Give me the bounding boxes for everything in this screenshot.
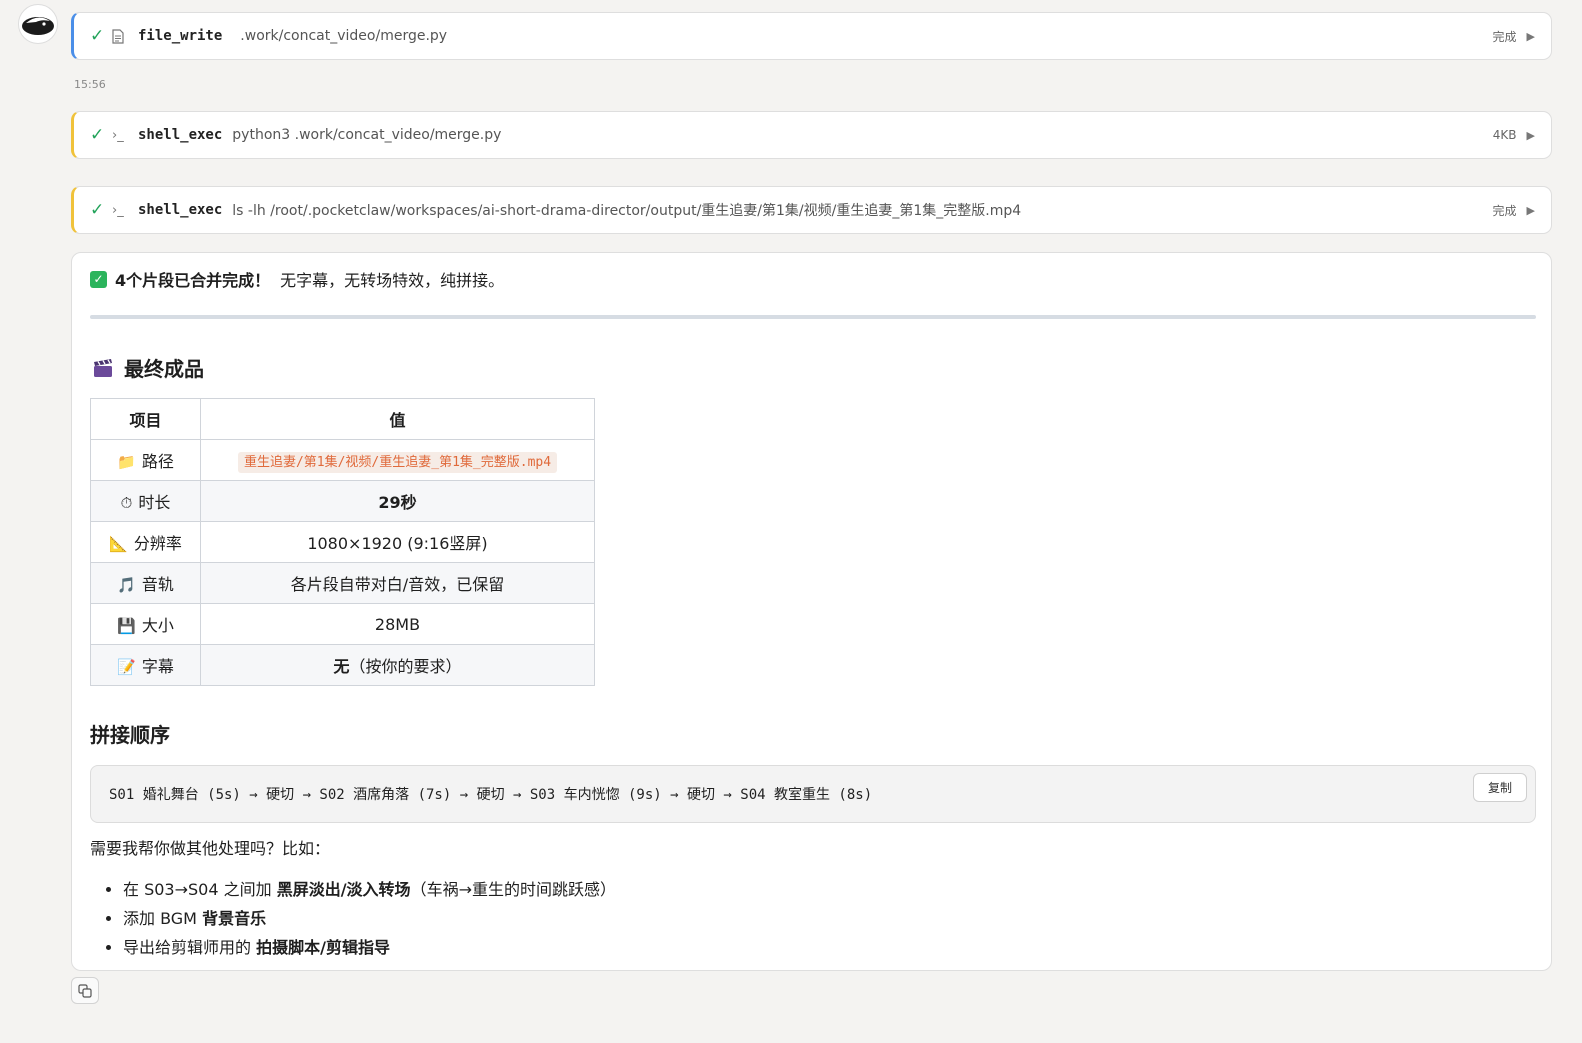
- crab-claw-logo-icon: [22, 17, 54, 35]
- tool-name: shell_exec: [138, 127, 223, 143]
- stopwatch-icon: ⏱: [120, 494, 133, 512]
- assistant-message-card: ✓ 4个片段已合并完成！ 无字幕，无转场特效，纯拼接。 最终成品 项目 值 📁 路…: [71, 252, 1552, 971]
- file-icon: [112, 28, 138, 44]
- row-value-cell: 无（按你的要求）: [200, 644, 595, 686]
- triangle-ruler-icon: 📐: [109, 535, 128, 553]
- copy-message-button[interactable]: [71, 977, 99, 1004]
- table-row: 🎵 音轨 各片段自带对白/音效，已保留: [90, 562, 595, 604]
- row-label-cell: ⏱ 时长: [90, 480, 201, 522]
- music-note-icon: 🎵: [117, 576, 136, 594]
- follow-up-question: 需要我帮你做其他处理吗？比如：: [90, 839, 331, 858]
- completion-line: ✓ 4个片段已合并完成！ 无字幕，无转场特效，纯拼接。: [90, 267, 504, 291]
- terminal-prompt-icon: ›_: [112, 127, 124, 143]
- list-item: 导出给剪辑师用的 拍摄脚本/剪辑指导: [123, 933, 616, 962]
- table-header: 值: [200, 398, 595, 440]
- item-note: （车祸→重生的时间跳跃感）: [410, 880, 616, 899]
- section-heading-final: 最终成品: [92, 353, 204, 382]
- row-value-note: （按你的要求）: [349, 657, 462, 676]
- row-value-cell: 29秒: [200, 480, 595, 522]
- tool-call-shell-exec-merge[interactable]: ✓ ›_ shell_exec python3 .work/concat_vid…: [71, 111, 1552, 159]
- terminal-prompt-icon: ›_: [112, 202, 124, 218]
- item-text: 在 S03→S04 之间加: [123, 880, 277, 899]
- row-label: 大小: [141, 616, 174, 635]
- item-bold: 拍摄脚本/剪辑指导: [256, 938, 390, 957]
- copy-code-button[interactable]: 复制: [1473, 773, 1527, 802]
- final-output-table: 项目 值 📁 路径 重生追妻/第1集/视频/重生追妻_第1集_完整版.mp4 ⏱ 时…: [90, 398, 595, 686]
- tool-name: file_write: [138, 28, 223, 44]
- row-label: 路径: [141, 452, 174, 471]
- row-label-cell: 🎵 音轨: [90, 562, 201, 604]
- row-value: 29秒: [378, 493, 417, 512]
- completion-detail: 无字幕，无转场特效，纯拼接。: [280, 271, 505, 290]
- table-row: ⏱ 时长 29秒: [90, 480, 595, 522]
- completion-title: 4个片段已合并完成！: [115, 271, 271, 290]
- list-item: 在 S03→S04 之间加 黑屏淡出/淡入转场（车祸→重生的时间跳跃感）: [123, 875, 616, 904]
- row-label-cell: 📐 分辨率: [90, 521, 201, 563]
- row-value-cell: 28MB: [200, 603, 595, 645]
- copy-icon: [78, 983, 92, 998]
- row-value-cell: 1080×1920 (9:16竖屏): [200, 521, 595, 563]
- tool-status: 完成: [1492, 203, 1517, 218]
- order-code-text: S01 婚礼舞台 (5s) → 硬切 → S02 酒席角落 (7s) → 硬切 …: [109, 787, 873, 803]
- row-label-cell: 💾 大小: [90, 603, 201, 645]
- tool-argument: .work/concat_video/merge.py: [240, 28, 448, 44]
- expand-triangle-icon[interactable]: ▶: [1527, 129, 1535, 142]
- success-check-icon: ✓: [90, 200, 105, 220]
- table-row: 📐 分辨率 1080×1920 (9:16竖屏): [90, 521, 595, 563]
- tool-argument: ls -lh /root/.pocketclaw/workspaces/ai-s…: [232, 203, 1022, 219]
- row-value-cell: 重生追妻/第1集/视频/重生追妻_第1集_完整版.mp4: [200, 439, 595, 481]
- message-timestamp: 15:56: [74, 78, 106, 91]
- clapperboard-icon: [94, 358, 112, 377]
- item-bold: 背景音乐: [202, 909, 267, 928]
- tool-call-shell-exec-ls[interactable]: ✓ ›_ shell_exec ls -lh /root/.pocketclaw…: [71, 186, 1552, 234]
- table-header: 项目: [90, 398, 201, 440]
- item-bold: 黑屏淡出/淡入转场: [276, 880, 411, 899]
- tool-argument: python3 .work/concat_video/merge.py: [232, 127, 502, 143]
- list-item: 添加 BGM 背景音乐: [123, 904, 616, 933]
- checkbox-done-icon: ✓: [90, 270, 107, 288]
- order-heading: 拼接顺序: [90, 723, 170, 747]
- row-value-bold: 无: [333, 657, 350, 676]
- divider: [90, 315, 1536, 319]
- tool-name: shell_exec: [138, 202, 223, 218]
- expand-triangle-icon[interactable]: ▶: [1527, 30, 1535, 43]
- row-label-cell: 📁 路径: [90, 439, 201, 481]
- success-check-icon: ✓: [90, 26, 105, 46]
- tool-output-size: 4KB: [1492, 128, 1517, 142]
- memo-icon: 📝: [117, 658, 136, 676]
- tool-call-file-write[interactable]: ✓ file_write .work/concat_video/merge.py…: [71, 12, 1552, 60]
- row-label: 音轨: [141, 575, 174, 594]
- table-row: 📁 路径 重生追妻/第1集/视频/重生追妻_第1集_完整版.mp4: [90, 439, 595, 481]
- expand-triangle-icon[interactable]: ▶: [1527, 204, 1535, 217]
- row-label: 分辨率: [133, 534, 182, 553]
- table-row: 💾 大小 28MB: [90, 603, 595, 645]
- success-check-icon: ✓: [90, 125, 105, 145]
- table-row: 📝 字幕 无（按你的要求）: [90, 644, 595, 686]
- section-title: 最终成品: [124, 357, 204, 381]
- row-label: 时长: [138, 493, 171, 512]
- table-header-row: 项目 值: [90, 398, 595, 440]
- item-text: 导出给剪辑师用的: [123, 938, 257, 957]
- row-value-cell: 各片段自带对白/音效，已保留: [200, 562, 595, 604]
- floppy-disk-icon: 💾: [117, 617, 136, 635]
- folder-icon: 📁: [117, 453, 136, 471]
- suggestion-list: 在 S03→S04 之间加 黑屏淡出/淡入转场（车祸→重生的时间跳跃感） 添加 …: [123, 875, 616, 962]
- item-text: 添加 BGM: [123, 909, 203, 928]
- row-label-cell: 📝 字幕: [90, 644, 201, 686]
- order-code-block: S01 婚礼舞台 (5s) → 硬切 → S02 酒席角落 (7s) → 硬切 …: [90, 765, 1536, 823]
- assistant-avatar: [18, 4, 58, 44]
- row-label: 字幕: [141, 657, 174, 676]
- path-code: 重生追妻/第1集/视频/重生追妻_第1集_完整版.mp4: [237, 451, 558, 473]
- tool-status: 完成: [1492, 29, 1517, 44]
